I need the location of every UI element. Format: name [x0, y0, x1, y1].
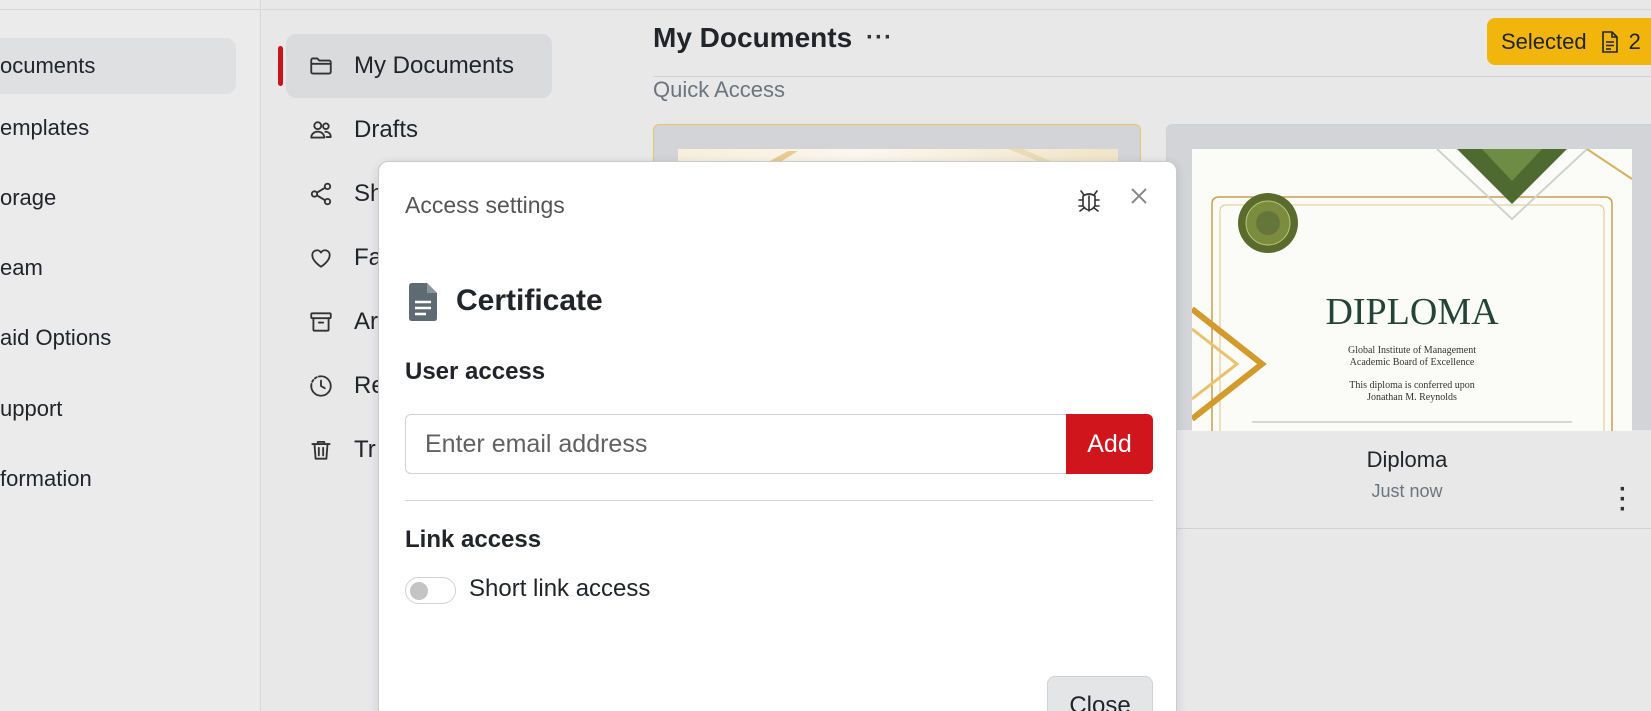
bug-icon[interactable] [1075, 186, 1103, 216]
diploma-heading: DIPLOMA [1325, 291, 1499, 333]
diploma-line: This diploma is conferred upon [1349, 380, 1475, 391]
header-divider [653, 76, 1651, 77]
selected-count: 2 [1628, 28, 1641, 54]
nav-item-support[interactable]: upport [0, 389, 62, 429]
close-icon[interactable] [1127, 184, 1151, 208]
nav-item-documents[interactable]: ocuments [0, 38, 236, 94]
short-link-toggle[interactable] [405, 577, 456, 604]
diploma-line: Global Institute of Management [1348, 345, 1476, 356]
kebab-menu-icon[interactable]: · · · [1619, 478, 1627, 522]
selected-badge[interactable]: Selected 2 [1487, 18, 1651, 65]
archive-icon [308, 309, 334, 335]
document-date: Just now [1371, 481, 1443, 501]
users-icon [308, 117, 334, 143]
nav-item-label: orage [0, 185, 57, 210]
document-icon [407, 282, 439, 322]
nav-item-templates[interactable]: emplates [0, 108, 89, 148]
trash-icon [308, 437, 334, 463]
heart-icon [308, 245, 334, 271]
document-icon [1601, 30, 1618, 53]
nav-item-label: eam [0, 255, 43, 280]
dialog-title: Access settings [405, 192, 565, 218]
nav-item-paid-options[interactable]: aid Options [0, 318, 111, 358]
document-thumbnail: DIPLOMA Global Institute of Management A… [1192, 149, 1632, 431]
toggle-knob [410, 582, 428, 600]
sub-nav-label: Drafts [354, 116, 419, 143]
section-divider [405, 500, 1153, 501]
access-settings-dialog: Access settings Certificate User access … [378, 161, 1177, 711]
left-nav: ocuments emplates orage eam aid Options … [0, 0, 261, 711]
nav-item-storage[interactable]: orage [0, 178, 56, 218]
sub-nav-item-my-documents[interactable]: My Documents [278, 34, 552, 98]
folder-icon [308, 53, 334, 79]
document-title: Certificate [456, 284, 603, 317]
more-options-icon[interactable]: ··· [866, 24, 893, 52]
close-button[interactable]: Close [1047, 676, 1153, 711]
nav-item-label: ocuments [0, 53, 96, 78]
diploma-line: Academic Board of Excellence [1350, 357, 1475, 368]
nav-item-information[interactable]: formation [0, 459, 92, 499]
document-card-diploma[interactable]: DIPLOMA Global Institute of Management A… [1166, 124, 1651, 529]
user-access-heading: User access [405, 358, 546, 385]
nav-item-label: emplates [0, 115, 90, 140]
top-border [262, 0, 1651, 10]
link-access-heading: Link access [405, 526, 542, 553]
email-input[interactable] [405, 414, 1067, 474]
selected-label: Selected [1501, 28, 1587, 54]
diploma-line: Jonathan M. Reynolds [1367, 392, 1457, 403]
section-title: Quick Access [653, 77, 786, 102]
clock-icon [308, 373, 334, 399]
sub-nav-label: Tr [354, 436, 376, 463]
sub-nav-label: My Documents [354, 52, 515, 79]
share-icon [308, 181, 334, 207]
short-link-label: Short link access [469, 575, 651, 602]
sub-nav-label: Ar [354, 308, 378, 335]
nav-item-label: formation [0, 466, 92, 491]
nav-item-label: upport [0, 396, 63, 421]
diploma-thumbnail-art: DIPLOMA Global Institute of Management A… [1192, 149, 1632, 431]
top-border [0, 0, 261, 10]
nav-item-label: aid Options [0, 325, 112, 350]
sub-nav-item-drafts[interactable]: Drafts [286, 98, 526, 162]
page-title: My Documents [653, 22, 853, 53]
nav-item-team[interactable]: eam [0, 248, 43, 288]
document-name: Diploma [1366, 447, 1448, 472]
add-button[interactable]: Add [1066, 414, 1153, 474]
